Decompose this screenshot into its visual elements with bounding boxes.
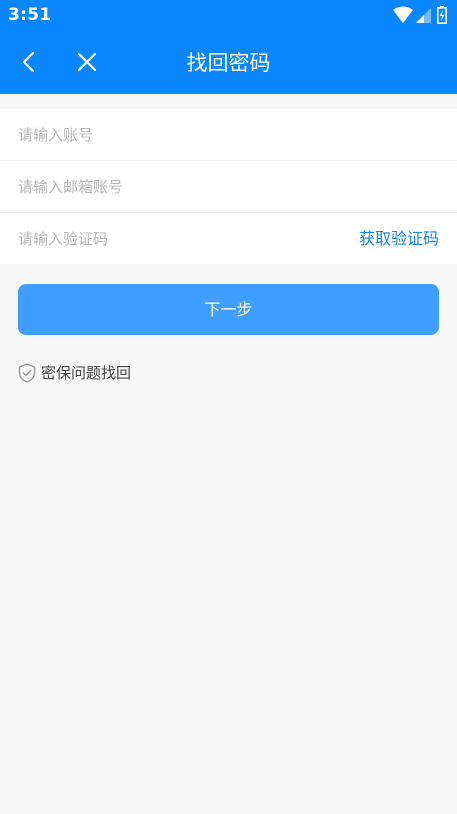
account-input[interactable] bbox=[18, 109, 338, 160]
page-title: 找回密码 bbox=[186, 51, 271, 75]
status-bar: 3:51 bbox=[0, 0, 457, 31]
battery-charging-icon bbox=[437, 6, 447, 24]
security-question-link[interactable]: 密保问题找回 bbox=[18, 362, 138, 384]
verification-code-input[interactable] bbox=[18, 213, 338, 264]
verification-code-row: 获取验证码 bbox=[0, 213, 457, 264]
status-time: 3:51 bbox=[8, 5, 52, 25]
account-row bbox=[0, 109, 457, 161]
security-question-label: 密保问题找回 bbox=[41, 364, 132, 382]
shield-check-icon bbox=[18, 363, 36, 383]
wifi-icon bbox=[393, 6, 413, 23]
get-code-button[interactable]: 获取验证码 bbox=[359, 213, 439, 264]
cell-signal-icon bbox=[416, 8, 431, 23]
app-bar: 找回密码 bbox=[0, 31, 457, 94]
status-icons bbox=[393, 6, 449, 26]
form-card: 获取验证码 bbox=[0, 109, 457, 264]
next-step-button[interactable]: 下一步 bbox=[18, 284, 439, 335]
email-row bbox=[0, 161, 457, 213]
email-input[interactable] bbox=[18, 161, 338, 212]
